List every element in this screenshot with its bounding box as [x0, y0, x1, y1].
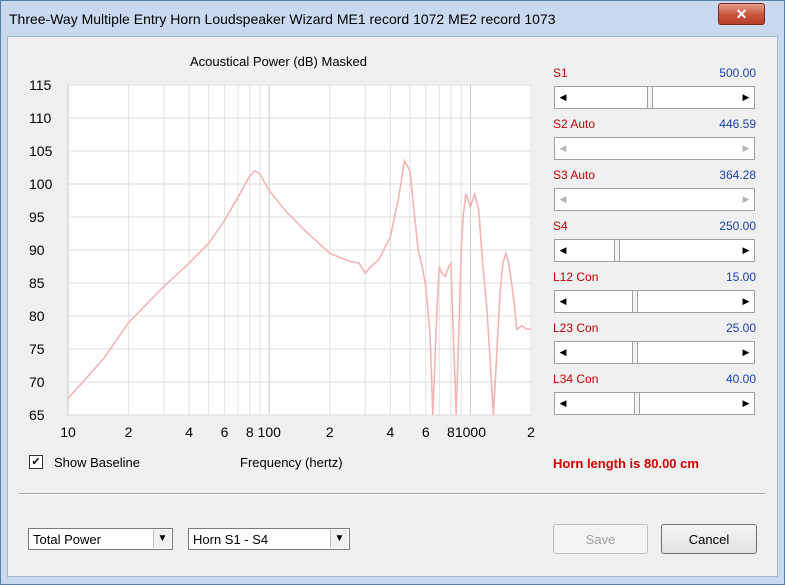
- slider-scrollbar[interactable]: ◀ ▶: [554, 392, 755, 415]
- chevron-down-icon[interactable]: ▼: [330, 530, 348, 548]
- slider-thumb[interactable]: [614, 240, 621, 261]
- slider-value: 25.00: [725, 321, 756, 335]
- slider-label: S2 Auto: [553, 117, 596, 131]
- left-arrow-icon: ◀: [559, 143, 567, 153]
- right-arrow-icon: ▶: [742, 194, 750, 204]
- show-baseline-label[interactable]: Show Baseline: [54, 455, 140, 470]
- slider-scrollbar[interactable]: ◀ ▶: [554, 341, 755, 364]
- x-tick-label: 2: [125, 424, 133, 440]
- chevron-down-icon[interactable]: ▼: [153, 530, 171, 548]
- y-tick-label: 90: [29, 242, 45, 258]
- x-tick-label: 8: [246, 424, 254, 440]
- slider-label: L23 Con: [553, 321, 599, 335]
- x-tick-label: 2: [326, 424, 334, 440]
- right-arrow-icon[interactable]: ▶: [738, 342, 754, 363]
- slider-scrollbar[interactable]: ◀ ▶: [554, 86, 755, 109]
- right-arrow-icon[interactable]: ▶: [738, 291, 754, 312]
- slider-thumb[interactable]: [633, 393, 640, 414]
- slider-label: L12 Con: [553, 270, 599, 284]
- x-tick-label: 1000: [455, 424, 486, 440]
- y-tick-label: 85: [29, 275, 45, 291]
- y-tick-label: 80: [29, 308, 45, 324]
- power-type-select[interactable]: Total Power ▼: [28, 528, 173, 550]
- left-arrow-icon[interactable]: ◀: [555, 393, 571, 414]
- slider-label: L34 Con: [553, 372, 599, 386]
- y-tick-label: 75: [29, 341, 45, 357]
- slider-label: S1: [553, 66, 568, 80]
- left-arrow-icon[interactable]: ◀: [555, 240, 571, 261]
- close-button[interactable]: ✕: [718, 3, 765, 25]
- x-tick-label: 6: [422, 424, 430, 440]
- slider-thumb[interactable]: [632, 291, 639, 312]
- checkmark-icon: ✔: [31, 456, 41, 468]
- x-tick-label: 100: [258, 424, 282, 440]
- right-arrow-icon: ▶: [742, 143, 750, 153]
- horn-length-text: Horn length is 80.00 cm: [553, 456, 699, 471]
- slider-thumb[interactable]: [632, 342, 639, 363]
- slider-scrollbar[interactable]: ◀ ▶: [554, 239, 755, 262]
- x-tick-label: 2: [527, 424, 535, 440]
- slider-value: 40.00: [725, 372, 756, 386]
- slider-value: 446.59: [719, 117, 756, 131]
- divider: [19, 493, 765, 495]
- left-arrow-icon[interactable]: ◀: [555, 87, 571, 108]
- acoustical-power-chart: 1151101051009590858075706510 2 4 6 8 100 2 4 6 8 1…: [29, 77, 535, 440]
- slider-value: 364.28: [719, 168, 756, 182]
- slider-thumb[interactable]: [646, 87, 653, 108]
- x-tick-label: 10: [60, 424, 76, 440]
- y-tick-label: 100: [29, 176, 53, 192]
- x-tick-label: 8: [447, 424, 455, 440]
- slider-label: S3 Auto: [553, 168, 596, 182]
- right-arrow-icon[interactable]: ▶: [738, 240, 754, 261]
- left-arrow-icon[interactable]: ◀: [555, 342, 571, 363]
- power-type-value: Total Power: [33, 532, 101, 547]
- x-axis-label: Frequency (hertz): [240, 455, 343, 470]
- y-tick-label: 95: [29, 209, 45, 225]
- x-tick-label: 4: [386, 424, 394, 440]
- left-arrow-icon[interactable]: ◀: [555, 291, 571, 312]
- y-tick-label: 105: [29, 143, 53, 159]
- save-button[interactable]: Save: [553, 524, 648, 554]
- slider-value: 250.00: [719, 219, 756, 233]
- slider-scrollbar[interactable]: ◀ ▶: [554, 290, 755, 313]
- y-tick-label: 70: [29, 374, 45, 390]
- slider-scrollbar: ◀ ▶: [554, 137, 755, 160]
- show-baseline-checkbox[interactable]: ✔: [29, 455, 43, 469]
- cancel-button[interactable]: Cancel: [661, 524, 757, 554]
- y-tick-label: 65: [29, 407, 45, 423]
- slider-scrollbar: ◀ ▶: [554, 188, 755, 211]
- y-tick-label: 110: [29, 110, 52, 126]
- x-tick-label: 6: [221, 424, 229, 440]
- left-arrow-icon: ◀: [559, 194, 567, 204]
- x-tick-label: 4: [185, 424, 193, 440]
- horn-value: Horn S1 - S4: [193, 532, 269, 547]
- y-tick-label: 115: [29, 77, 52, 93]
- right-arrow-icon[interactable]: ▶: [738, 393, 754, 414]
- slider-label: S4: [553, 219, 568, 233]
- slider-value: 15.00: [725, 270, 756, 284]
- slider-value: 500.00: [719, 66, 756, 80]
- right-arrow-icon[interactable]: ▶: [738, 87, 754, 108]
- horn-select[interactable]: Horn S1 - S4 ▼: [188, 528, 350, 550]
